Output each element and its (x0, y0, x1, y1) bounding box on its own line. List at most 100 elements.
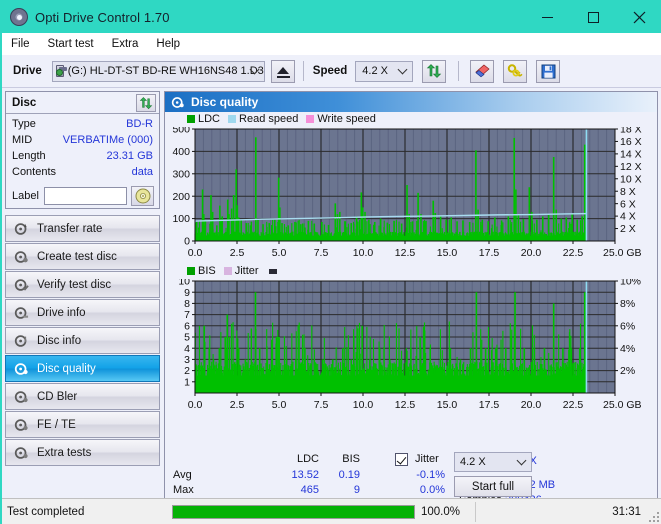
sidebar-item-label: Create test disc (37, 250, 117, 263)
stats-max-bis: 9 (353, 484, 360, 496)
legend-marker-dark (268, 268, 280, 274)
speed-select[interactable]: 4.2 X (355, 60, 414, 82)
svg-text:2.5: 2.5 (230, 247, 245, 259)
start-full-button[interactable]: Start full (454, 476, 532, 497)
app-disc-icon (10, 8, 28, 26)
disc-drive-icon (11, 306, 31, 320)
disc-row-mid-key: MID (12, 134, 33, 146)
sidebar-item-create-test-disc[interactable]: Create test disc (5, 243, 160, 270)
svg-text:10.0: 10.0 (353, 247, 374, 259)
disc-row-length-key: Length (12, 150, 46, 162)
sidebar-item-label: Drive info (37, 306, 86, 319)
menu-extra[interactable]: Extra (103, 36, 148, 52)
svg-text:20.0: 20.0 (521, 399, 542, 411)
ldc-chart: LDC Read speed Write speed 0 100 200 300 400… (165, 112, 657, 262)
svg-text:7: 7 (184, 309, 190, 321)
eject-button[interactable] (270, 59, 295, 83)
close-button[interactable] (616, 1, 661, 33)
test-speed-value: 4.2 X (460, 456, 486, 468)
svg-text:8%: 8% (620, 298, 635, 310)
svg-text:5: 5 (184, 332, 190, 344)
left-panel: Disc Type BD-R MID VERBATIMe (000) Lengt… (5, 91, 160, 516)
panel-header: Disc quality (165, 92, 657, 112)
toolbar-divider-2 (458, 61, 460, 81)
menu-bar: File Start test Extra Help (2, 33, 661, 55)
progress-bar (172, 504, 415, 519)
svg-text:17.5: 17.5 (479, 247, 500, 259)
bis-chart: BIS Jitter 1 2 3 4 5 6 7 8 9 10 2% 4% 6% 8% 10% 0.0 2.5 5… (165, 264, 657, 414)
legend-label-write-speed: Write speed (317, 113, 376, 125)
settings-button[interactable] (503, 59, 528, 83)
refresh-button[interactable] (422, 59, 447, 83)
svg-text:8 X: 8 X (620, 186, 636, 198)
sidebar-item-fe-te[interactable]: FE / TE (5, 411, 160, 438)
svg-text:2: 2 (184, 365, 190, 377)
svg-text:500: 500 (172, 127, 190, 136)
sidebar-item-extra-tests[interactable]: Extra tests (5, 439, 160, 466)
disc-extra-icon (11, 446, 31, 460)
legend-item-write-speed: Write speed (306, 113, 376, 125)
resize-grip[interactable] (647, 510, 659, 522)
erase-button[interactable] (470, 59, 495, 83)
stats-row-max-label: Max (173, 484, 194, 496)
svg-text:6 X: 6 X (620, 198, 636, 210)
sidebar-item-label: Disc info (37, 334, 82, 347)
refresh-icon (139, 96, 153, 109)
disc-label-input[interactable] (44, 187, 127, 205)
disc-refresh-button[interactable] (136, 94, 156, 112)
disc-box-title: Disc (12, 96, 37, 109)
legend-swatch-ldc (187, 115, 195, 123)
svg-text:0.0: 0.0 (188, 247, 203, 259)
sidebar-item-cd-bler[interactable]: CD Bler (5, 383, 160, 410)
sidebar-item-disc-quality[interactable]: Disc quality (5, 355, 160, 382)
legend-item-bis: BIS (187, 265, 216, 277)
minimize-button[interactable] (524, 1, 570, 33)
sidebar-item-drive-info[interactable]: Drive info (5, 299, 160, 326)
svg-text:4%: 4% (620, 343, 635, 355)
maximize-icon (587, 11, 599, 23)
disc-info-icon (11, 334, 31, 348)
bis-chart-legend: BIS Jitter (187, 265, 288, 277)
disc-row-type-key: Type (12, 118, 36, 130)
drive-select[interactable]: (G:) HL-DT-ST BD-RE WH16NS48 1.D3 (51, 60, 265, 82)
drive-icon (55, 65, 67, 77)
svg-text:12.5: 12.5 (395, 247, 416, 259)
menu-help[interactable]: Help (147, 36, 189, 52)
svg-text:25.0 GB: 25.0 GB (603, 399, 642, 411)
disc-quality-icon (11, 362, 31, 376)
drive-select-value: (G:) HL-DT-ST BD-RE WH16NS48 1.D3 (67, 65, 264, 77)
legend-swatch-write-speed (306, 115, 315, 123)
svg-text:7.5: 7.5 (314, 399, 329, 411)
jitter-checkbox[interactable] (395, 453, 408, 466)
svg-text:2 X: 2 X (620, 223, 636, 235)
svg-text:4 X: 4 X (620, 211, 636, 223)
eject-icon (276, 67, 289, 74)
save-button[interactable] (536, 59, 561, 83)
sidebar-item-label: FE / TE (37, 418, 76, 431)
svg-text:4: 4 (184, 343, 190, 355)
svg-text:2%: 2% (620, 365, 635, 377)
disc-row-mid-value: VERBATIMe (000) (62, 134, 153, 146)
menu-start-test[interactable]: Start test (39, 36, 103, 52)
svg-text:10 X: 10 X (620, 173, 642, 185)
menu-help-label: Help (156, 38, 181, 50)
disc-rate-icon (11, 222, 31, 236)
stats-col-ldc: LDC (296, 453, 319, 465)
sidebar-item-label: CD Bler (37, 390, 78, 403)
disc-row-contents-value: data (131, 166, 153, 178)
stats-row-avg-label: Avg (173, 469, 192, 481)
legend-label-read-speed: Read speed (239, 113, 299, 125)
test-speed-select[interactable]: 4.2 X (454, 452, 532, 472)
svg-text:20.0: 20.0 (521, 247, 542, 259)
sidebar-item-transfer-rate[interactable]: Transfer rate (5, 215, 160, 242)
disc-label-row: Label (6, 186, 159, 208)
sidebar-item-disc-info[interactable]: Disc info (5, 327, 160, 354)
page-title: Disc quality (191, 95, 259, 109)
menu-file[interactable]: File (2, 36, 39, 52)
maximize-button[interactable] (570, 1, 616, 33)
disc-fete-icon (11, 418, 31, 432)
drive-toolbar: Drive (G:) HL-DT-ST BD-RE WH16NS48 1.D3 … (2, 55, 661, 88)
disc-label-apply-button[interactable] (131, 186, 154, 206)
sidebar-item-verify-test-disc[interactable]: Verify test disc (5, 271, 160, 298)
svg-text:0: 0 (184, 236, 190, 248)
